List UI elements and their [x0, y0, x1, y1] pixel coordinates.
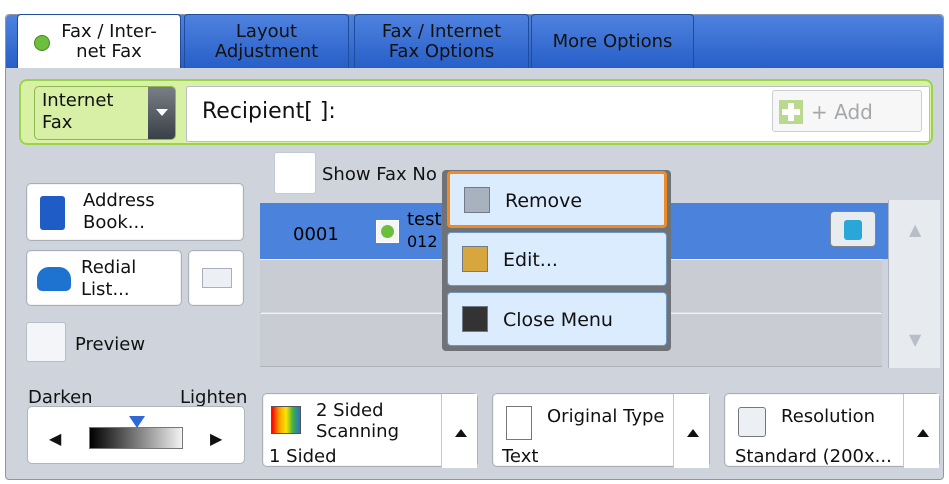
- original-type-arrow-icon[interactable]: [673, 394, 709, 468]
- add-recipient-button[interactable]: + Add: [772, 90, 922, 132]
- close-label: Close Menu: [503, 309, 613, 331]
- edit-label: Edit...: [503, 249, 558, 271]
- close-menu-item[interactable]: Close Menu: [447, 292, 667, 346]
- resolution-arrow-icon[interactable]: [903, 394, 939, 468]
- tab-more-options[interactable]: More Options: [531, 14, 694, 68]
- internet-fax-icon: [376, 220, 399, 243]
- tools-icon: [462, 246, 488, 272]
- fax-screen: Fax / Inter- net Fax Layout Adjustment F…: [0, 0, 949, 484]
- density-slider-track[interactable]: [89, 427, 183, 449]
- remove-label: Remove: [505, 190, 583, 212]
- two-sided-scanning-value: 1 Sided: [269, 446, 337, 467]
- resolution-icon: [738, 407, 766, 437]
- tab-fax-label: Fax / Inter- net Fax: [61, 20, 157, 62]
- recipient-type-label: Internet Fax: [42, 90, 114, 133]
- info-icon[interactable]: [830, 211, 876, 247]
- context-menu: Remove Edit... Close Menu: [442, 170, 671, 351]
- two-sided-scanning-title: 2 Sided Scanning: [316, 400, 400, 442]
- book-icon: [40, 196, 65, 230]
- recipient-label: Recipient[ ]:: [202, 99, 336, 124]
- plus-icon: [779, 100, 803, 124]
- add-label: + Add: [811, 100, 873, 124]
- resolution-button[interactable]: Resolution Standard (200x...: [724, 393, 940, 468]
- two-sided-scanning-icon: [271, 406, 301, 434]
- document-icon: [506, 406, 532, 440]
- keyboard-button[interactable]: [188, 250, 244, 306]
- original-type-title: Original Type: [547, 406, 665, 427]
- recipient-number: 0001: [293, 224, 339, 245]
- show-fax-checkbox[interactable]: [274, 152, 316, 194]
- redial-list-button[interactable]: Redial List...: [26, 250, 182, 306]
- trash-icon: [464, 187, 490, 213]
- original-type-value: Text: [502, 446, 539, 467]
- scroll-down-icon[interactable]: ▼: [909, 330, 921, 349]
- resolution-title: Resolution: [781, 406, 876, 427]
- original-type-button[interactable]: Original Type Text: [492, 393, 710, 468]
- tab-fax-options[interactable]: Fax / Internet Fax Options: [354, 14, 529, 68]
- keyboard-icon: [202, 268, 232, 288]
- close-icon: [462, 306, 488, 332]
- remove-menu-item[interactable]: Remove: [447, 171, 667, 228]
- lighten-arrow-icon[interactable]: ▶: [210, 429, 222, 448]
- scroll-up-icon[interactable]: ▲: [909, 220, 921, 239]
- two-sided-scanning-arrow-icon[interactable]: [441, 394, 477, 468]
- top-border: [0, 0, 949, 8]
- recipient-detail: 012: [407, 232, 438, 251]
- preview-label: Preview: [75, 334, 146, 355]
- list-scrollbar[interactable]: ▲ ▼: [888, 200, 940, 368]
- tab-fax-internet-fax[interactable]: Fax / Inter- net Fax: [17, 14, 181, 68]
- resolution-value: Standard (200x...: [735, 446, 892, 467]
- phone-icon: [37, 267, 71, 291]
- address-book-button[interactable]: Address Book...: [26, 183, 244, 241]
- preview-checkbox[interactable]: [26, 322, 66, 362]
- lighten-label: Lighten: [180, 387, 248, 408]
- dropdown-arrow-icon[interactable]: [148, 87, 175, 139]
- redial-list-label: Redial List...: [81, 257, 137, 300]
- show-fax-label: Show Fax No: [322, 164, 437, 185]
- two-sided-scanning-button[interactable]: 2 Sided Scanning 1 Sided: [262, 393, 478, 468]
- tab-layout-adjustment[interactable]: Layout Adjustment: [184, 14, 349, 68]
- address-book-label: Address Book...: [83, 190, 155, 233]
- edit-menu-item[interactable]: Edit...: [447, 232, 667, 286]
- darken-arrow-icon[interactable]: ◀: [49, 429, 61, 448]
- fax-tab-icon: [32, 33, 52, 53]
- darken-label: Darken: [28, 387, 93, 408]
- tab-more-options-label: More Options: [552, 30, 673, 52]
- tab-fax-options-label: Fax / Internet Fax Options: [381, 20, 502, 62]
- tab-layout-label: Layout Adjustment: [214, 20, 319, 62]
